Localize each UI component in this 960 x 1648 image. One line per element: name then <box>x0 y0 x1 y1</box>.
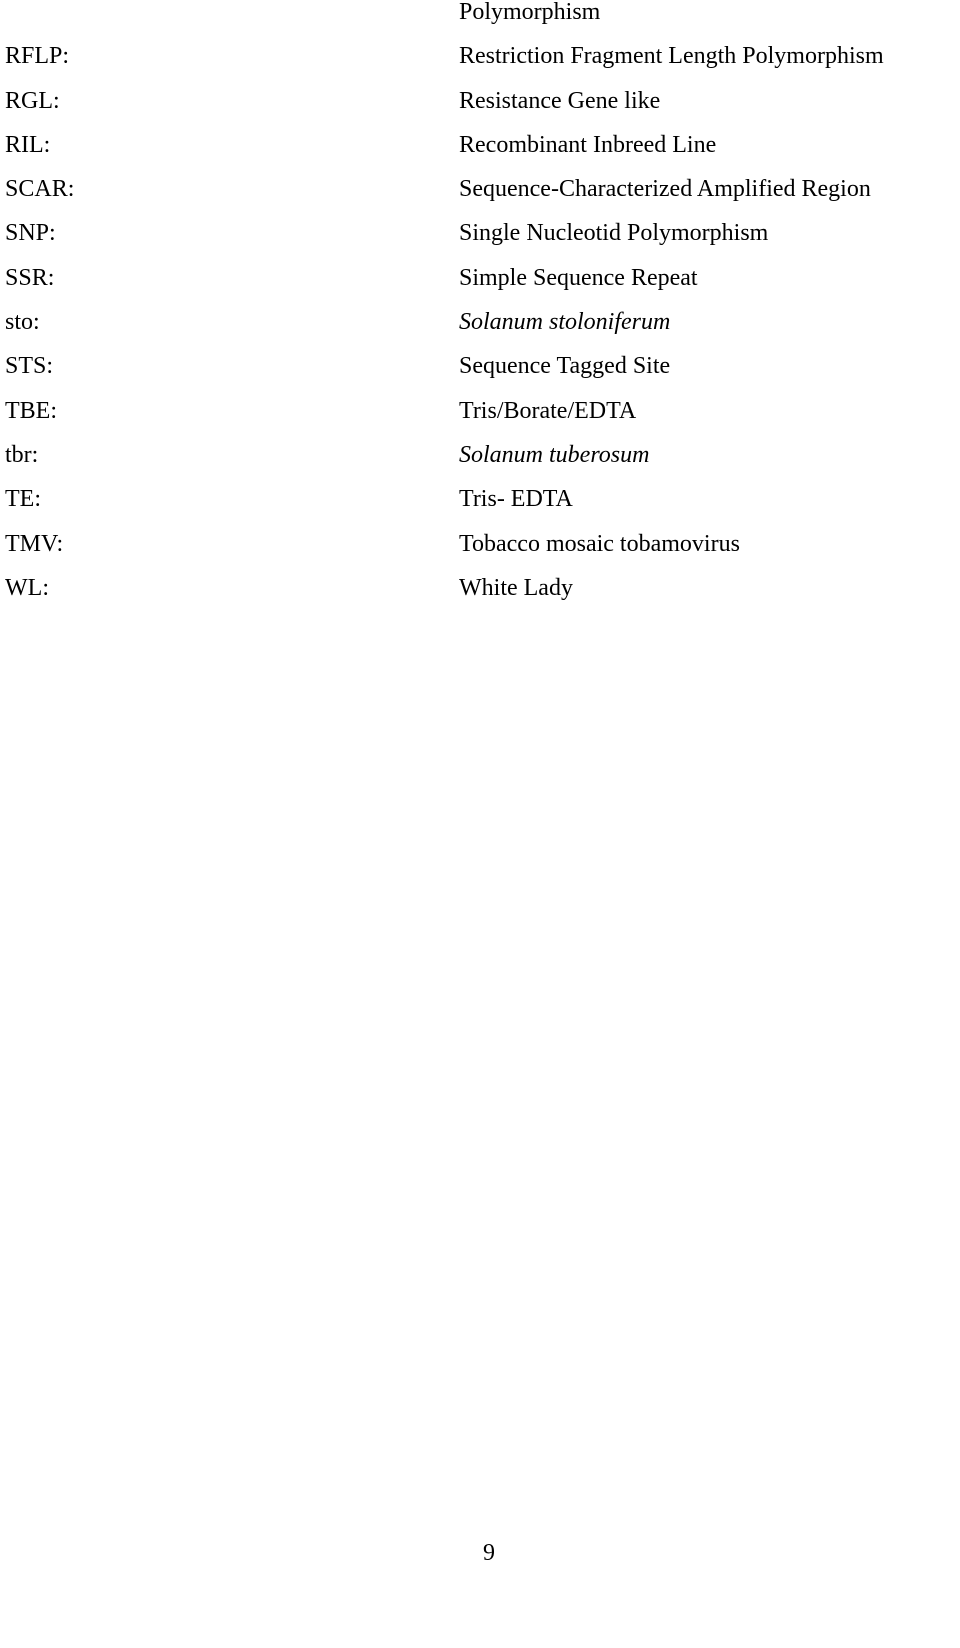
abbreviation-definition: Tris- EDTA <box>459 486 573 513</box>
abbreviation-row: SNP: Single Nucleotid Polymorphism <box>0 211 960 255</box>
abbreviation-definition: Tris/Borate/EDTA <box>459 397 637 424</box>
abbreviation-term: SSR: <box>5 264 55 291</box>
abbreviation-row: STS: Sequence Tagged Site <box>0 344 960 388</box>
abbreviation-row: SCAR: Sequence-Characterized Amplified Re… <box>0 167 960 211</box>
abbreviation-row: TBE: Tris/Borate/EDTA <box>0 389 960 433</box>
abbreviation-row: sto: Solanum stoloniferum <box>0 300 960 344</box>
abbreviation-definition: Recombinant Inbreed Line <box>459 131 717 158</box>
abbreviation-row: Polymorphism <box>0 0 960 34</box>
abbreviation-definition: Single Nucleotid Polymorphism <box>459 220 769 247</box>
abbreviation-term: TMV: <box>5 530 64 557</box>
abbreviation-definition: Sequence-Characterized Amplified Region <box>459 176 871 203</box>
abbreviation-definition: Solanum stoloniferum <box>459 309 671 336</box>
abbreviation-definition: Resistance Gene like <box>459 87 661 114</box>
abbreviation-term: WL: <box>5 574 49 601</box>
abbreviation-row: SSR: Simple Sequence Repeat <box>0 256 960 300</box>
abbreviation-definition: Restriction Fragment Length Polymorphism <box>459 43 884 70</box>
abbreviation-definition: Solanum tuberosum <box>459 441 650 468</box>
abbreviation-term: STS: <box>5 353 54 380</box>
abbreviation-definition: Tobacco mosaic tobamovirus <box>459 530 740 557</box>
abbreviation-term: RIL: <box>5 131 51 158</box>
abbreviation-term: RFLP: <box>5 43 70 70</box>
abbreviation-term: sto: <box>5 309 40 336</box>
abbreviation-row: TMV: Tobacco mosaic tobamovirus <box>0 522 960 566</box>
abbreviation-term: TBE: <box>5 397 57 424</box>
abbreviation-definition: Sequence Tagged Site <box>459 353 671 380</box>
abbreviation-term: tbr: <box>5 441 39 468</box>
abbreviation-definition: Polymorphism <box>459 0 601 25</box>
abbreviation-row: tbr: Solanum tuberosum <box>0 433 960 477</box>
abbreviation-row: WL: White Lady <box>0 566 960 610</box>
abbreviation-term: RGL: <box>5 87 60 114</box>
abbreviation-term: SNP: <box>5 220 56 247</box>
abbreviation-row: TE: Tris- EDTA <box>0 477 960 521</box>
abbreviation-definition: Simple Sequence Repeat <box>459 264 698 291</box>
abbreviation-term: SCAR: <box>5 176 75 203</box>
abbreviation-term: TE: <box>5 486 41 513</box>
abbreviation-row: RIL: Recombinant Inbreed Line <box>0 123 960 167</box>
page-number: 9 <box>483 1540 495 1566</box>
abbreviation-definition: White Lady <box>459 574 573 601</box>
abbreviation-row: RGL: Resistance Gene like <box>0 79 960 123</box>
abbreviation-list: Polymorphism RFLP: Restriction Fragment Le… <box>0 0 960 610</box>
abbreviation-row: RFLP: Restriction Fragment Length Polymor… <box>0 34 960 78</box>
